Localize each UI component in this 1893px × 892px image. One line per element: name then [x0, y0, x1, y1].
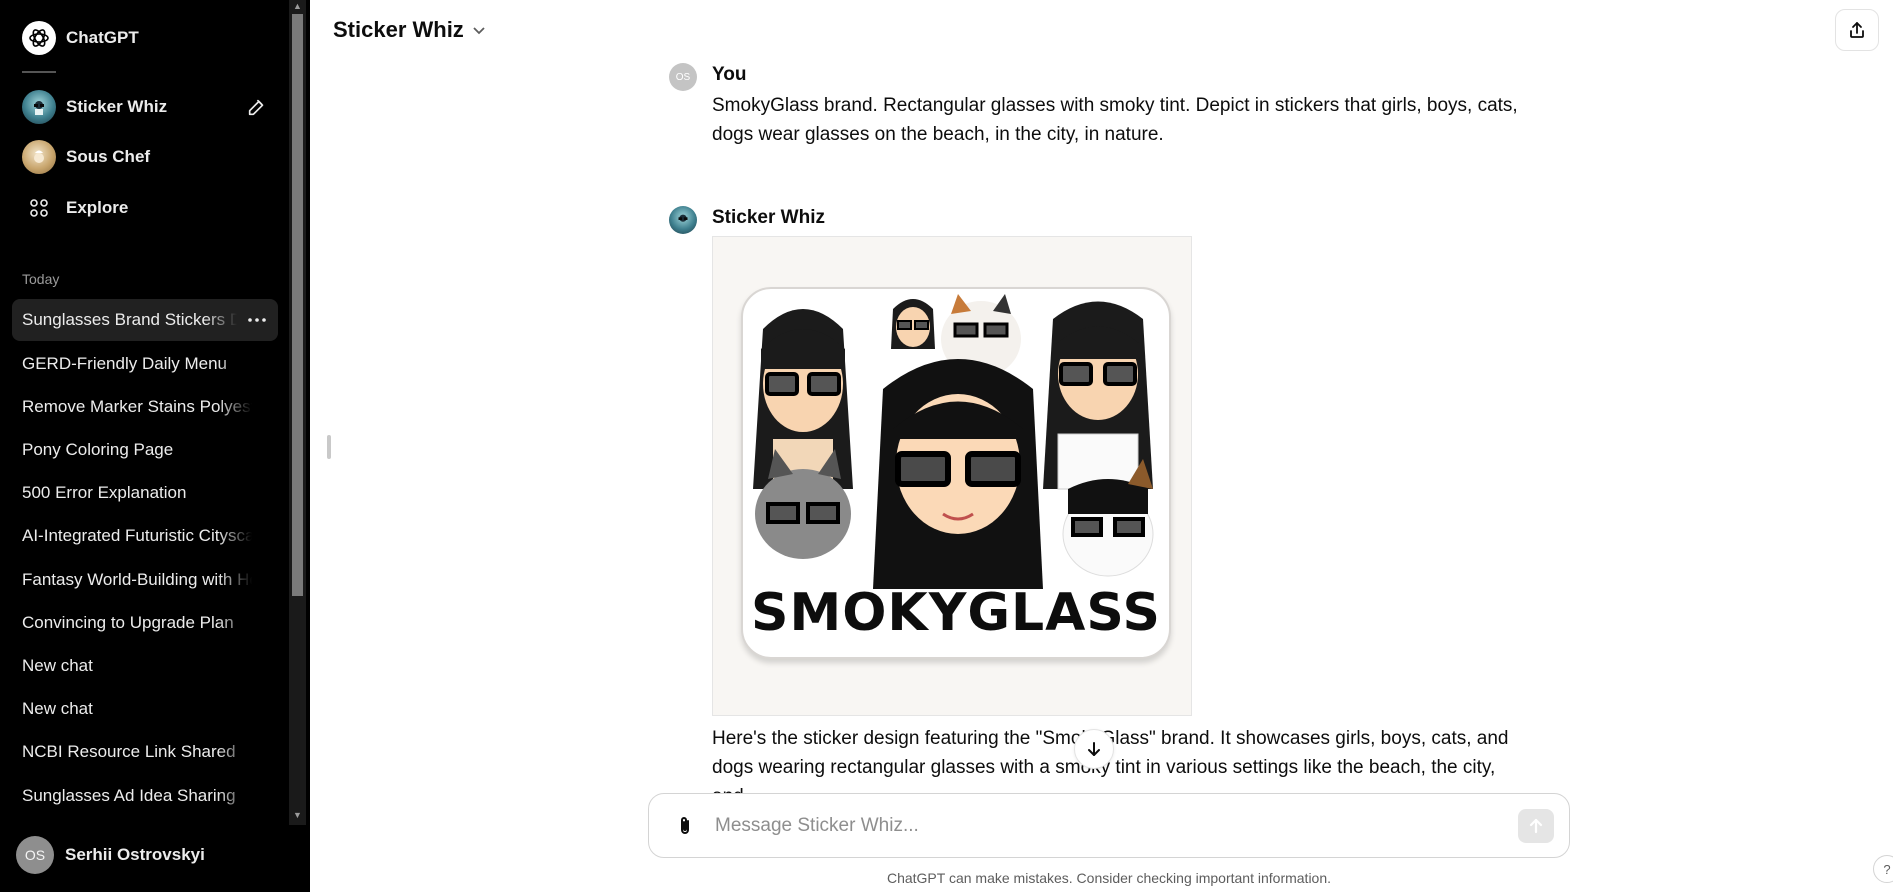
sous-chef-avatar: [22, 140, 56, 174]
section-label-today: Today: [22, 271, 60, 287]
sidebar-scrollbar-thumb[interactable]: [292, 14, 303, 596]
chat-history-item[interactable]: Pony Coloring Page: [12, 429, 278, 471]
message-author: Sticker Whiz: [712, 207, 825, 228]
generated-image[interactable]: SMOKYGLASS: [712, 236, 1192, 716]
chat-title: New chat: [22, 656, 93, 675]
avatar: OS: [16, 836, 54, 874]
sticker-illustration: SMOKYGLASS: [741, 287, 1171, 659]
message-input[interactable]: [715, 812, 1475, 840]
explore-gpts[interactable]: Explore: [12, 186, 278, 230]
user-profile[interactable]: OS Serhii Ostrovskyi: [12, 832, 288, 878]
chevron-down-icon: [473, 27, 485, 35]
chat-title: Sunglasses Brand Stickers Design: [22, 310, 237, 329]
send-button[interactable]: [1518, 809, 1554, 843]
app-name: ChatGPT: [66, 28, 139, 47]
scroll-to-bottom-button[interactable]: [1074, 729, 1114, 769]
chat-title: 500 Error Explanation: [22, 483, 187, 502]
user-name: Serhii Ostrovskyi: [65, 845, 205, 864]
chat-history-item[interactable]: AI-Integrated Futuristic Cityscape: [12, 515, 278, 557]
grid-icon: [22, 191, 56, 225]
share-icon: [1850, 22, 1864, 38]
help-button[interactable]: ?: [1873, 855, 1893, 883]
chat-history-item[interactable]: Convincing to Upgrade Plan: [12, 602, 278, 644]
model-selector[interactable]: Sticker Whiz: [333, 17, 486, 43]
arrow-down-icon: [1088, 742, 1100, 756]
message-composer: [648, 793, 1570, 858]
chat-title: Sunglasses Ad Idea Sharing: [22, 786, 236, 805]
sidebar-scroll-area: ChatGPT Sticker Whiz Sous Chef Explore T…: [0, 0, 290, 825]
explore-label: Explore: [66, 198, 129, 217]
edit-new-chat-icon[interactable]: [246, 96, 268, 118]
more-options-icon[interactable]: [244, 308, 270, 332]
chat-history-item[interactable]: 500 Error Explanation: [12, 472, 278, 514]
openai-logo-icon: [22, 21, 56, 55]
chat-history-item[interactable]: Sunglasses Ad Idea Sharing: [12, 775, 278, 817]
chat-title: Convincing to Upgrade Plan: [22, 613, 234, 632]
user-avatar: OS: [669, 63, 697, 91]
user-message-text: SmokyGlass brand. Rectangular glasses wi…: [712, 95, 1518, 145]
disclaimer-text: ChatGPT can make mistakes. Consider chec…: [886, 870, 1332, 886]
chat-title: New chat: [22, 699, 93, 718]
chat-title: Pony Coloring Page: [22, 440, 174, 459]
sidebar-divider: [22, 71, 56, 73]
chat-history-item[interactable]: Fantasy World-Building with Hobbits: [12, 559, 278, 601]
chat-history-item[interactable]: New chat: [12, 645, 278, 687]
sidebar-resize-handle[interactable]: [327, 435, 331, 459]
sticker-whiz-avatar: [22, 90, 56, 124]
scroll-down-icon[interactable]: ▼: [292, 810, 303, 820]
message-author: You: [712, 64, 747, 85]
chat-title: Fantasy World-Building with Hobbits: [22, 570, 252, 589]
sticker-brand-text: SMOKYGLASS: [751, 583, 1161, 643]
chat-history-item[interactable]: NCBI Resource Link Shared: [12, 731, 278, 773]
gpt-label: Sous Chef: [66, 147, 151, 166]
gpt-item-sticker-whiz[interactable]: Sticker Whiz: [12, 85, 278, 129]
chat-title: AI-Integrated Futuristic Cityscape: [22, 526, 252, 545]
chat-title: GERD-Friendly Daily Menu: [22, 354, 227, 373]
sidebar: ChatGPT Sticker Whiz Sous Chef Explore T…: [0, 0, 310, 892]
chat-history-item[interactable]: GERD-Friendly Daily Menu: [12, 343, 278, 385]
scroll-up-icon[interactable]: ▲: [292, 1, 303, 11]
arrow-up-icon: [1529, 818, 1543, 834]
chat-title: NCBI Resource Link Shared: [22, 742, 236, 761]
share-button[interactable]: [1835, 9, 1879, 51]
paperclip-icon[interactable]: [673, 814, 697, 838]
sticker-characters-illustration: [753, 294, 1154, 589]
page-title: Sticker Whiz: [333, 17, 464, 42]
sticker-whiz-avatar: [669, 206, 697, 234]
gpt-item-sous-chef[interactable]: Sous Chef: [12, 135, 278, 179]
chat-history-item[interactable]: Sunglasses Brand Stickers Design: [12, 299, 278, 341]
new-chat-chatgpt[interactable]: ChatGPT: [12, 16, 278, 60]
chat-title: Remove Marker Stains Polyester: [22, 397, 252, 416]
gpt-label: Sticker Whiz: [66, 97, 168, 116]
chat-history-item[interactable]: Remove Marker Stains Polyester: [12, 386, 278, 428]
sidebar-scrollbar[interactable]: ▲ ▼: [289, 0, 306, 825]
chat-history-item[interactable]: New chat: [12, 688, 278, 730]
